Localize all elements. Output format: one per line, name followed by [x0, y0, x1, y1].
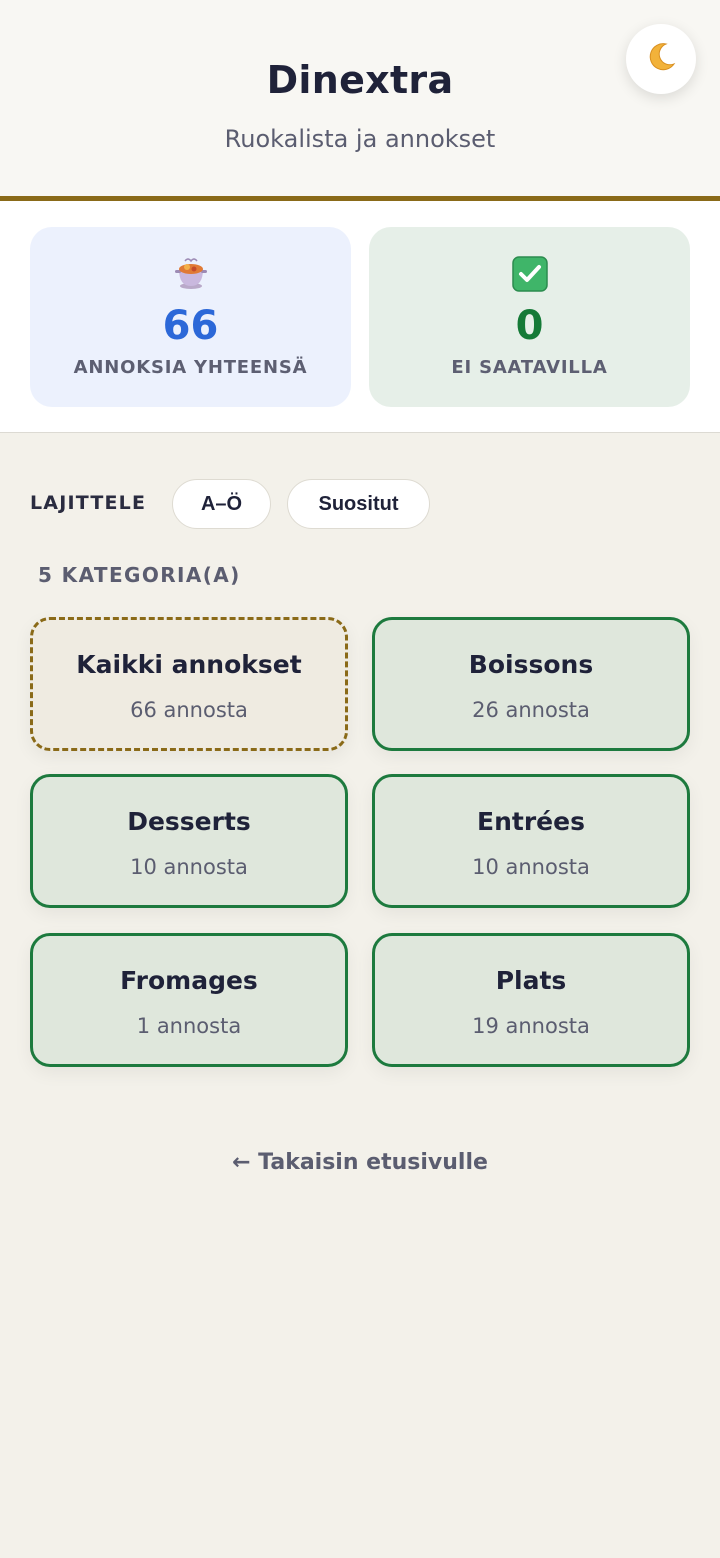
theme-toggle-button[interactable] — [626, 24, 696, 94]
category-count-label: 19 annosta — [472, 1014, 590, 1038]
category-name: Entrées — [477, 807, 585, 836]
category-count-label: 10 annosta — [130, 855, 248, 879]
category-count-label: 1 annosta — [136, 1014, 242, 1038]
category-count-label: 10 annosta — [472, 855, 590, 879]
category-count: 5 KATEGORIA(A) — [38, 563, 241, 587]
stat-card-total: 66 ANNOKSIA YHTEENSÄ — [30, 227, 351, 407]
sort-alphabetical-button[interactable]: A–Ö — [172, 479, 271, 529]
category-card-entrees[interactable]: Entrées 10 annosta — [372, 774, 690, 908]
category-card-fromages[interactable]: Fromages 1 annosta — [30, 933, 348, 1067]
page-header: Dinextra Ruokalista ja annokset — [0, 0, 720, 196]
checkmark-box-icon — [369, 255, 690, 293]
category-name: Plats — [495, 966, 567, 995]
stat-unavailable-label: EI SAATAVILLA — [451, 357, 608, 378]
stat-unavailable-value: 0 — [515, 303, 544, 349]
category-count-label: 26 annosta — [472, 698, 590, 722]
crescent-moon-icon — [644, 40, 678, 78]
category-name: Boissons — [468, 650, 594, 679]
category-name: Fromages — [120, 966, 258, 995]
category-card-plats[interactable]: Plats 19 annosta — [372, 933, 690, 1067]
app-subtitle: Ruokalista ja annokset — [224, 125, 496, 153]
stats-section: 66 ANNOKSIA YHTEENSÄ 0 EI SAATAVILLA — [0, 201, 720, 433]
stat-total-value: 66 — [162, 303, 219, 349]
category-name: Desserts — [127, 807, 251, 836]
app-title: Dinextra — [266, 58, 454, 102]
cooking-pot-icon — [30, 255, 351, 291]
category-card-boissons[interactable]: Boissons 26 annosta — [372, 617, 690, 751]
category-card-all[interactable]: Kaikki annokset 66 annosta — [30, 617, 348, 751]
sort-label: LAJITTELE — [30, 492, 147, 514]
back-to-home-link[interactable]: ← Takaisin etusivulle — [0, 1150, 720, 1175]
stat-card-unavailable: 0 EI SAATAVILLA — [369, 227, 690, 407]
category-count-label: 66 annosta — [130, 698, 248, 722]
stat-total-label: ANNOKSIA YHTEENSÄ — [73, 357, 308, 378]
category-name: Kaikki annokset — [76, 650, 302, 679]
category-card-desserts[interactable]: Desserts 10 annosta — [30, 774, 348, 908]
sort-popular-button[interactable]: Suositut — [287, 479, 430, 529]
